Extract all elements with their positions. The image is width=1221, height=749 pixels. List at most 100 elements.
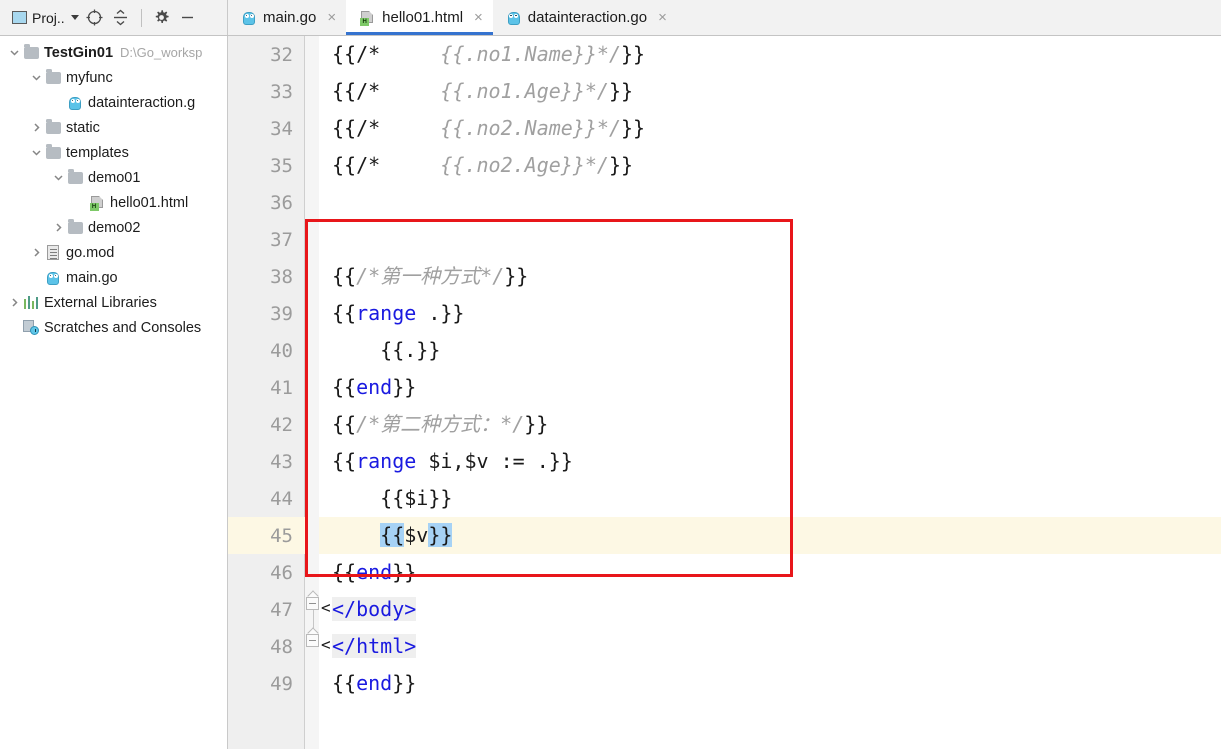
project-toolwindow-title: Proj.. <box>32 9 65 26</box>
code-line[interactable]: 43 {{range $i,$v := .}} <box>228 443 1221 480</box>
tree-node-demo01[interactable]: demo01 <box>0 165 227 190</box>
tree-node-label: demo01 <box>88 169 141 186</box>
code-line[interactable]: 45 {{$v}} <box>228 517 1221 554</box>
line-number: 33 <box>270 80 293 103</box>
code-line-background <box>319 221 1221 258</box>
tree-node-label: static <box>66 119 100 136</box>
code-line[interactable]: 33 {{/* {{.no1.Age}}*/}} <box>228 73 1221 110</box>
chevron-down-icon[interactable] <box>6 47 22 58</box>
tree-node-static[interactable]: static <box>0 115 227 140</box>
folder-icon <box>67 169 83 184</box>
line-number: 47 <box>270 598 293 621</box>
code-line[interactable]: 38 {{/*第一种方式*/}} <box>228 258 1221 295</box>
chevron-right-icon[interactable] <box>28 247 44 258</box>
tree-node-testgin01[interactable]: TestGin01 D:\Go_worksp <box>0 40 227 65</box>
code-line[interactable]: 44 {{$i}} <box>228 480 1221 517</box>
code-text: {{/* {{.no2.Name}}*/}} <box>332 116 646 140</box>
tree-node-myfunc[interactable]: myfunc <box>0 65 227 90</box>
fold-gutter-cell <box>305 73 319 110</box>
code-line-background <box>319 480 1221 517</box>
code-text: {{/* {{.no1.Name}}*/}} <box>332 42 646 66</box>
code-text: {{$i}} <box>332 486 453 510</box>
editor-tab-datainteraction-go[interactable]: datainteraction.go × <box>493 0 677 35</box>
tree-node-datainteraction-g[interactable]: datainteraction.g <box>0 90 227 115</box>
tree-node-scratches-and-consoles[interactable]: Scratches and Consoles <box>0 315 227 340</box>
code-line[interactable]: 34 {{/* {{.no2.Name}}*/}} <box>228 110 1221 147</box>
tree-node-external-libraries[interactable]: External Libraries <box>0 290 227 315</box>
tree-node-demo02[interactable]: demo02 <box>0 215 227 240</box>
libraries-icon <box>23 296 39 309</box>
fold-collapse-icon[interactable]: < <box>305 626 331 665</box>
chevron-down-icon[interactable] <box>50 172 66 183</box>
go-file-icon <box>68 95 82 111</box>
code-line[interactable]: 47 < </body> <box>228 589 1221 628</box>
code-line[interactable]: 37 <box>228 221 1221 258</box>
close-icon[interactable]: × <box>474 10 483 25</box>
settings-gear-icon[interactable] <box>152 8 172 28</box>
code-editor[interactable]: 32 {{/* {{.no1.Name}}*/}} 33 {{/* {{.no1.Ag… <box>228 36 1221 749</box>
editor-tab-main-go[interactable]: main.go × <box>228 0 346 35</box>
tree-node-hello01-html[interactable]: Hhello01.html <box>0 190 227 215</box>
code-text: {{/*第二种方式：*/}} <box>332 412 549 436</box>
tree-node-label: demo02 <box>88 219 141 236</box>
tree-node-icon <box>44 119 62 134</box>
line-number: 41 <box>270 376 293 399</box>
code-line[interactable]: 40 {{.}} <box>228 332 1221 369</box>
code-text: {{end}} <box>332 375 417 399</box>
code-line[interactable]: 35 {{/* {{.no2.Age}}*/}} <box>228 147 1221 184</box>
line-number: 48 <box>270 635 293 658</box>
html-file-icon: H <box>360 10 375 26</box>
close-icon[interactable]: × <box>658 10 667 25</box>
chevron-right-icon[interactable] <box>6 297 22 308</box>
project-view-selector[interactable]: Proj.. <box>12 10 79 26</box>
tree-node-label: templates <box>66 144 129 161</box>
fold-gutter-cell <box>305 369 319 406</box>
tree-node-templates[interactable]: templates <box>0 140 227 165</box>
code-text: {{end}} <box>332 671 417 695</box>
chevron-right-icon[interactable] <box>50 222 66 233</box>
editor-code-area[interactable]: 32 {{/* {{.no1.Name}}*/}} 33 {{/* {{.no1.Ag… <box>228 36 1221 749</box>
select-opened-file-icon[interactable] <box>85 8 105 28</box>
fold-collapse-icon[interactable]: < <box>305 589 331 628</box>
code-line[interactable]: 32 {{/* {{.no1.Name}}*/}} <box>228 36 1221 73</box>
code-line-background <box>319 517 1221 554</box>
chevron-down-icon[interactable] <box>28 72 44 83</box>
toolbar-separator <box>140 8 142 27</box>
tree-node-icon <box>66 95 84 111</box>
code-text: {{.}} <box>332 338 441 362</box>
code-line[interactable]: 42 {{/*第二种方式：*/}} <box>228 406 1221 443</box>
fold-gutter-cell <box>305 517 319 554</box>
editor-tab-hello01-html[interactable]: H hello01.html × <box>346 0 493 35</box>
tree-node-main-go[interactable]: main.go <box>0 265 227 290</box>
chevron-right-icon[interactable] <box>28 122 44 133</box>
editor-tab-label: main.go <box>263 9 317 26</box>
code-line[interactable]: 39 {{range .}} <box>228 295 1221 332</box>
ide-body: TestGin01 D:\Go_worksp myfunc datainteracti… <box>0 36 1221 749</box>
tree-node-label: Scratches and Consoles <box>44 319 202 336</box>
close-icon[interactable]: × <box>327 10 336 25</box>
tree-node-label: main.go <box>66 269 118 286</box>
hide-window-icon[interactable] <box>178 8 198 28</box>
code-line[interactable]: 48 < </html> <box>228 626 1221 665</box>
code-text: {{$v}} <box>380 523 453 547</box>
code-line-background <box>319 665 1221 702</box>
tree-node-label: hello01.html <box>110 194 189 211</box>
line-number: 39 <box>270 302 293 325</box>
tree-node-go-mod[interactable]: go.mod <box>0 240 227 265</box>
collapse-all-icon[interactable] <box>111 8 131 28</box>
folder-icon <box>45 119 61 134</box>
line-number: 37 <box>270 228 293 251</box>
code-line[interactable]: 49 {{end}} <box>228 665 1221 702</box>
code-line[interactable]: 36 <box>228 184 1221 221</box>
code-line[interactable]: 41 {{end}} <box>228 369 1221 406</box>
code-text: </html> <box>332 634 417 658</box>
line-number: 44 <box>270 487 293 510</box>
code-line[interactable]: 46 {{end}} <box>228 554 1221 591</box>
project-tree[interactable]: TestGin01 D:\Go_worksp myfunc datainteracti… <box>0 36 228 749</box>
project-window-icon <box>12 11 27 24</box>
line-number: 45 <box>270 524 293 547</box>
folder-icon <box>23 44 39 59</box>
chevron-down-icon[interactable] <box>28 147 44 158</box>
tree-node-label: datainteraction.g <box>88 94 196 111</box>
tree-node-icon <box>44 144 62 159</box>
